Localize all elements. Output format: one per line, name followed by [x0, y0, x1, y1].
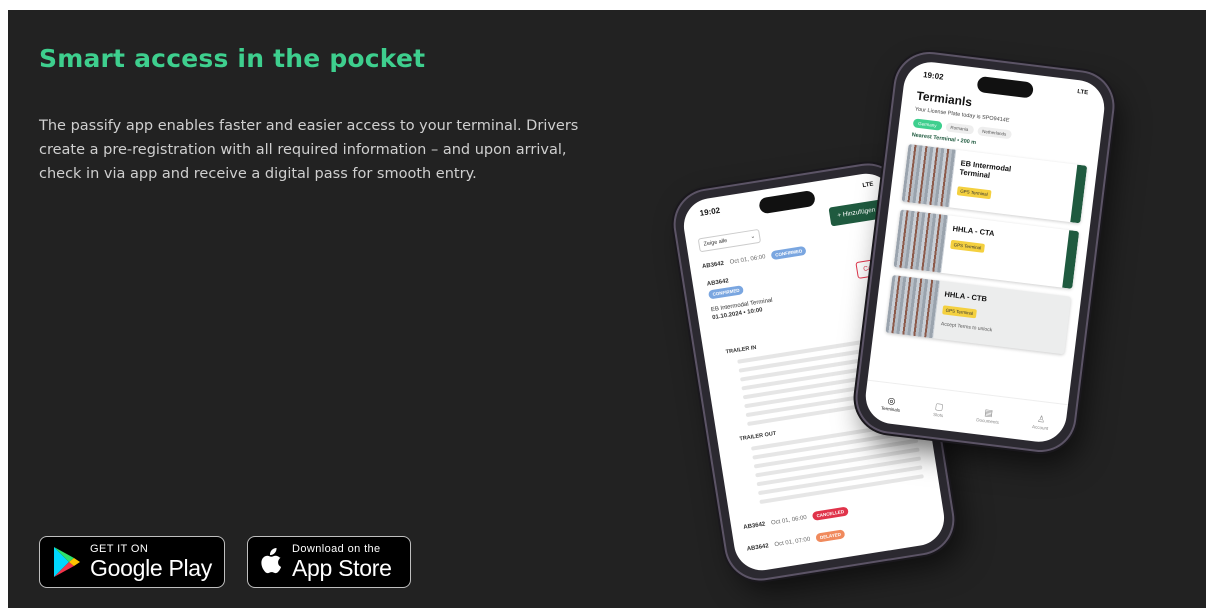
- status-signal: LTE: [862, 181, 874, 190]
- apple-icon: [260, 548, 284, 576]
- chevron-right-icon: [1062, 230, 1080, 289]
- phone-mockup-terminals: 19:02 LTE Termianls Your License Plate t…: [853, 50, 1117, 454]
- app-store-button[interactable]: Download on the App Store: [247, 536, 411, 588]
- dynamic-island: [976, 75, 1034, 99]
- app-store-big-label: App Store: [292, 555, 392, 581]
- phone-screen: 19:02 LTE Termianls Your License Plate t…: [862, 59, 1108, 445]
- booking-date: Oct 01, 07:00: [774, 536, 811, 548]
- hero-description: The passify app enables faster and easie…: [39, 118, 579, 182]
- google-play-small-label: GET IT ON: [90, 543, 149, 555]
- terminal-card[interactable]: EB Intermodal Terminal GPS Terminal: [901, 143, 1088, 224]
- terminal-tag: GPS Terminal: [950, 239, 985, 253]
- booking-code: AB3642: [746, 542, 770, 553]
- nearest-terminal-label: Nearest Terminal • 200 m: [911, 132, 977, 147]
- status-time: 19:02: [922, 70, 945, 82]
- terminal-photo: [901, 143, 957, 208]
- locked-note: Accept Terms to unlock: [940, 321, 993, 334]
- status-badge: DELAYED: [815, 529, 846, 543]
- card-status-badge: CONFIRMED: [707, 285, 745, 300]
- booking-date: Oct 01, 06:00: [729, 253, 766, 266]
- terminal-tag: GPS Terminal: [942, 305, 977, 319]
- filter-select[interactable]: Zeige alle ⌄: [697, 228, 762, 253]
- nav-label: Account: [1031, 424, 1049, 432]
- headline: Smart access in the pocket: [39, 44, 426, 73]
- terminal-name: EB Intermodal Terminal: [959, 158, 1012, 181]
- status-badge: CONFIRMED: [770, 245, 807, 261]
- screen-title: Termianls: [915, 88, 973, 110]
- tab-germany[interactable]: Germany: [912, 118, 943, 131]
- booking-date: Oct 01, 06:00: [770, 514, 808, 527]
- chevron-down-icon: ⌄: [750, 233, 756, 241]
- tab-romania[interactable]: Romania: [944, 122, 974, 135]
- nav-label: Slots: [932, 411, 944, 419]
- terminal-card-locked[interactable]: HHLA - CTB GPS Terminal Accept Terms to …: [885, 274, 1072, 355]
- tab-netherlands[interactable]: Netherlands: [976, 126, 1012, 140]
- nav-account[interactable]: ♙ Account: [1032, 413, 1050, 431]
- terminal-tag: GPS Terminal: [956, 186, 992, 200]
- trailer-out-fields: [750, 420, 925, 509]
- section-trailer-out: TRAILER OUT: [739, 430, 777, 443]
- add-booking-button[interactable]: + Hinzufügen: [827, 199, 885, 227]
- nav-slots[interactable]: ▢ Slots: [933, 401, 945, 418]
- terminal-photo: [885, 274, 941, 339]
- status-badge: CANCELLED: [811, 506, 849, 521]
- terminal-photo: [893, 209, 949, 273]
- nav-label: Terminals: [880, 405, 901, 413]
- google-play-big-label: Google Play: [90, 555, 212, 581]
- google-play-icon: [52, 546, 82, 578]
- google-play-button[interactable]: GET IT ON Google Play: [39, 536, 225, 588]
- chevron-right-icon: [1070, 164, 1088, 224]
- dynamic-island: [758, 189, 816, 215]
- app-store-small-label: Download on the: [292, 543, 381, 555]
- terminal-card[interactable]: HHLA - CTA GPS Terminal: [893, 209, 1080, 289]
- terminal-name: HHLA - CTA: [952, 223, 995, 238]
- status-signal: LTE: [1076, 89, 1089, 97]
- terminal-name: HHLA - CTB: [944, 289, 988, 304]
- nav-documents[interactable]: ▤ Documents: [976, 406, 1001, 425]
- status-time: 19:02: [699, 205, 721, 218]
- booking-code: AB3642: [701, 260, 725, 270]
- section-trailer-in: TRAILER IN: [725, 344, 757, 356]
- nav-terminals[interactable]: ◎ Terminals: [881, 395, 902, 413]
- booking-code: AB3642: [742, 521, 766, 531]
- filter-value: Zeige alle: [703, 237, 728, 248]
